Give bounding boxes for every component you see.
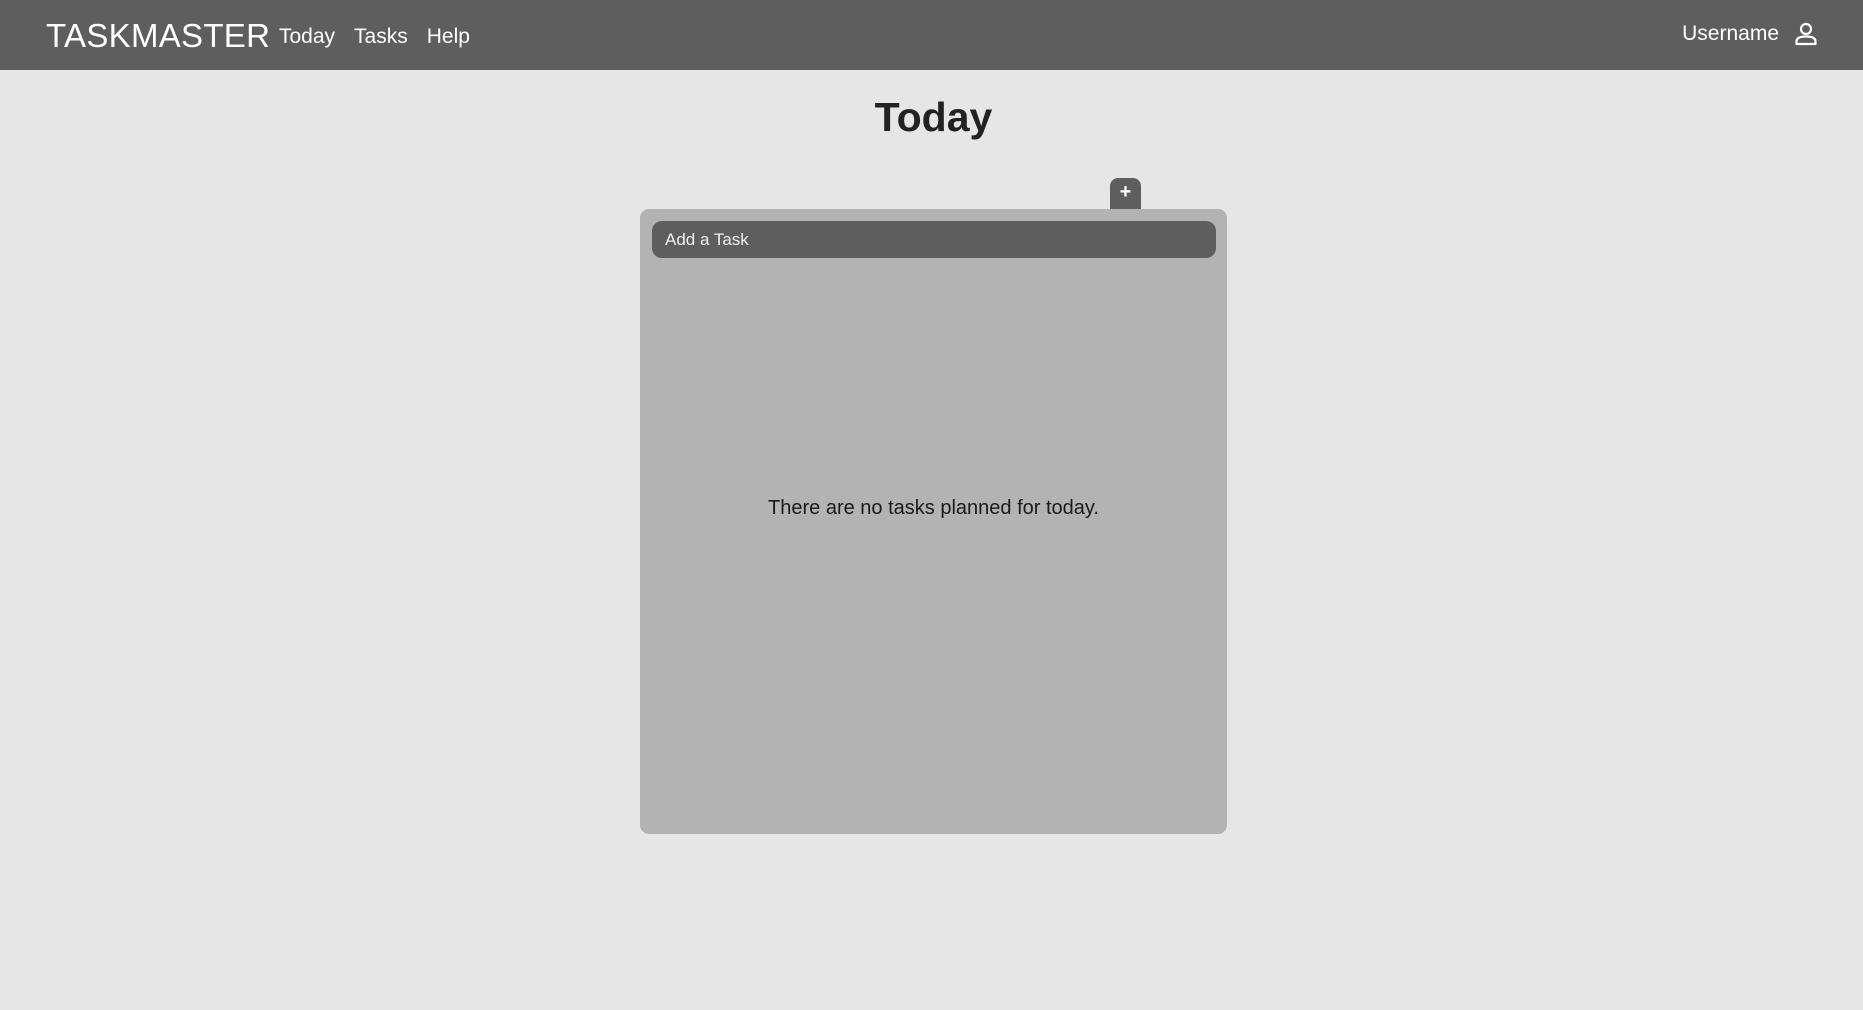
top-navbar: TASKMASTER Today Tasks Help Username bbox=[0, 0, 1863, 70]
empty-state-message: There are no tasks planned for today. bbox=[768, 497, 1099, 519]
nav-links: Today Tasks Help bbox=[279, 23, 470, 51]
nav-link-today[interactable]: Today bbox=[279, 23, 335, 51]
add-task-input[interactable] bbox=[652, 221, 1216, 258]
brand-logo[interactable]: TASKMASTER bbox=[46, 16, 270, 56]
nav-link-help[interactable]: Help bbox=[427, 23, 470, 51]
nav-link-tasks[interactable]: Tasks bbox=[354, 23, 408, 51]
add-task-button[interactable]: + bbox=[1110, 178, 1141, 210]
user-icon bbox=[1793, 21, 1819, 47]
task-list-panel: There are no tasks planned for today. bbox=[640, 209, 1227, 834]
user-menu[interactable]: Username bbox=[1682, 20, 1819, 48]
username-label: Username bbox=[1682, 22, 1779, 45]
page-title: Today bbox=[874, 94, 993, 140]
